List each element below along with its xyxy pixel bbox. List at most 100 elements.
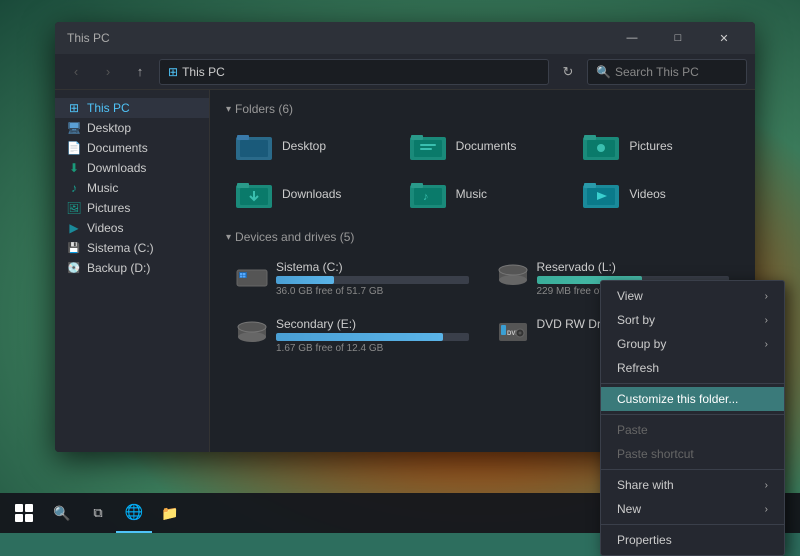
folder-grid: Desktop Documents bbox=[226, 126, 739, 214]
sidebar-videos[interactable]: ▶ Videos bbox=[55, 218, 209, 238]
win-logo-bl bbox=[15, 514, 23, 522]
folders-chevron: ▾ bbox=[226, 104, 231, 115]
sidebar-sistema-c-label: Sistema (C:) bbox=[87, 241, 154, 255]
sidebar-pictures-label: Pictures bbox=[87, 201, 130, 215]
folder-desktop-label: Desktop bbox=[282, 139, 326, 153]
sidebar-documents[interactable]: 📄 Documents bbox=[55, 138, 209, 158]
win-logo-tr bbox=[25, 504, 33, 512]
context-properties[interactable]: Properties bbox=[601, 528, 784, 552]
context-paste-shortcut[interactable]: Paste shortcut bbox=[601, 442, 784, 466]
context-group-by-label: Group by bbox=[617, 337, 666, 351]
context-customize[interactable]: Customize this folder... bbox=[601, 387, 784, 411]
sidebar-documents-label: Documents bbox=[87, 141, 148, 155]
documents-folder-icon bbox=[410, 132, 446, 160]
address-path[interactable]: ⊞ This PC bbox=[159, 59, 549, 85]
maximize-button[interactable]: □ bbox=[655, 22, 701, 54]
folder-pictures[interactable]: Pictures bbox=[573, 126, 739, 166]
sidebar-videos-label: Videos bbox=[87, 221, 123, 235]
context-new-label: New bbox=[617, 502, 641, 516]
folder-documents[interactable]: Documents bbox=[400, 126, 566, 166]
taskbar-task-view[interactable]: ⧉ bbox=[80, 493, 116, 533]
sidebar-sistema-c[interactable]: 💾 Sistema (C:) bbox=[55, 238, 209, 258]
context-sort-by-label: Sort by bbox=[617, 313, 655, 327]
devices-section-header[interactable]: ▾ Devices and drives (5) bbox=[226, 230, 739, 244]
context-sep-2 bbox=[601, 414, 784, 415]
context-group-by-arrow: › bbox=[765, 339, 768, 350]
svg-text:♪: ♪ bbox=[423, 191, 429, 203]
sidebar-music-label: Music bbox=[87, 181, 118, 195]
folder-desktop[interactable]: Desktop bbox=[226, 126, 392, 166]
folder-music[interactable]: ♪ Music bbox=[400, 174, 566, 214]
context-view-label: View bbox=[617, 289, 643, 303]
forward-button[interactable]: › bbox=[95, 59, 121, 85]
sidebar-downloads[interactable]: ⬇ Downloads bbox=[55, 158, 209, 178]
drive-sistema-bar-wrap bbox=[276, 276, 469, 284]
context-share-with-arrow: › bbox=[765, 480, 768, 491]
context-menu: View › Sort by › Group by › Refresh Cust… bbox=[600, 280, 785, 556]
windows-logo bbox=[15, 504, 33, 522]
context-customize-label: Customize this folder... bbox=[617, 392, 738, 406]
drive-secondary-bar bbox=[276, 333, 443, 341]
sidebar-this-pc[interactable]: ⊞ This PC bbox=[55, 98, 209, 118]
address-path-text: This PC bbox=[182, 65, 225, 79]
folder-videos-label: Videos bbox=[629, 187, 665, 201]
context-share-with[interactable]: Share with › bbox=[601, 473, 784, 497]
folders-section-header[interactable]: ▾ Folders (6) bbox=[226, 102, 739, 116]
up-button[interactable]: ↑ bbox=[127, 59, 153, 85]
context-paste-shortcut-label: Paste shortcut bbox=[617, 447, 694, 461]
context-new[interactable]: New › bbox=[601, 497, 784, 521]
context-view[interactable]: View › bbox=[601, 284, 784, 308]
sidebar-backup-d-label: Backup (D:) bbox=[87, 261, 150, 275]
context-properties-label: Properties bbox=[617, 533, 672, 547]
desktop-folder-icon bbox=[236, 132, 272, 160]
drive-secondary-e[interactable]: Secondary (E:) 1.67 GB free of 12.4 GB bbox=[226, 311, 479, 360]
close-button[interactable]: ✕ bbox=[701, 22, 747, 54]
folder-videos[interactable]: Videos bbox=[573, 174, 739, 214]
videos-folder-icon bbox=[583, 180, 619, 208]
context-sep-4 bbox=[601, 524, 784, 525]
sidebar-pictures[interactable]: 🖼 Pictures bbox=[55, 198, 209, 218]
devices-chevron: ▾ bbox=[226, 232, 231, 243]
sidebar-desktop[interactable]: 🖥 Desktop bbox=[55, 118, 209, 138]
drive-secondary-info: Secondary (E:) 1.67 GB free of 12.4 GB bbox=[276, 317, 469, 354]
desktop: This PC — □ ✕ ‹ › ↑ ⊞ This PC ↻ 🔍 Search… bbox=[0, 0, 800, 533]
pictures-icon: 🖼 bbox=[67, 201, 81, 215]
folder-pictures-label: Pictures bbox=[629, 139, 672, 153]
sidebar-desktop-label: Desktop bbox=[87, 121, 131, 135]
refresh-button[interactable]: ↻ bbox=[555, 59, 581, 85]
drive-secondary-space: 1.67 GB free of 12.4 GB bbox=[276, 343, 469, 354]
desktop-icon: 🖥 bbox=[67, 121, 81, 135]
edge-icon: 🌐 bbox=[125, 503, 144, 521]
folder-downloads[interactable]: Downloads bbox=[226, 174, 392, 214]
sidebar-backup-d[interactable]: 💽 Backup (D:) bbox=[55, 258, 209, 278]
context-group-by[interactable]: Group by › bbox=[601, 332, 784, 356]
folders-section-label: Folders (6) bbox=[235, 102, 293, 116]
search-placeholder: Search This PC bbox=[615, 65, 699, 79]
downloads-folder-icon bbox=[236, 180, 272, 208]
this-pc-icon: ⊞ bbox=[67, 101, 81, 115]
context-paste[interactable]: Paste bbox=[601, 418, 784, 442]
drive-reservado-name: Reservado (L:) bbox=[537, 260, 730, 274]
folder-music-label: Music bbox=[456, 187, 487, 201]
drive-sistema-c[interactable]: Sistema (C:) 36.0 GB free of 51.7 GB bbox=[226, 254, 479, 303]
videos-icon: ▶ bbox=[67, 221, 81, 235]
drive-dvd-icon: DVD bbox=[497, 319, 529, 345]
drive-secondary-name: Secondary (E:) bbox=[276, 317, 469, 331]
minimize-button[interactable]: — bbox=[609, 22, 655, 54]
drive-sistema-space: 36.0 GB free of 51.7 GB bbox=[276, 286, 469, 297]
context-refresh[interactable]: Refresh bbox=[601, 356, 784, 380]
sidebar-downloads-label: Downloads bbox=[87, 161, 146, 175]
taskbar-edge[interactable]: 🌐 bbox=[116, 493, 152, 533]
start-button[interactable] bbox=[4, 493, 44, 533]
sidebar-music[interactable]: ♪ Music bbox=[55, 178, 209, 198]
context-sort-by[interactable]: Sort by › bbox=[601, 308, 784, 332]
drive-c-icon: 💾 bbox=[67, 241, 81, 255]
search-taskbar-icon: 🔍 bbox=[53, 505, 70, 522]
drive-sistema-name: Sistema (C:) bbox=[276, 260, 469, 274]
music-icon: ♪ bbox=[67, 181, 81, 195]
taskbar-search[interactable]: 🔍 bbox=[44, 493, 80, 533]
title-bar-controls: — □ ✕ bbox=[609, 22, 747, 54]
back-button[interactable]: ‹ bbox=[63, 59, 89, 85]
search-box[interactable]: 🔍 Search This PC bbox=[587, 59, 747, 85]
taskbar-file-explorer[interactable]: 📁 bbox=[152, 493, 188, 533]
